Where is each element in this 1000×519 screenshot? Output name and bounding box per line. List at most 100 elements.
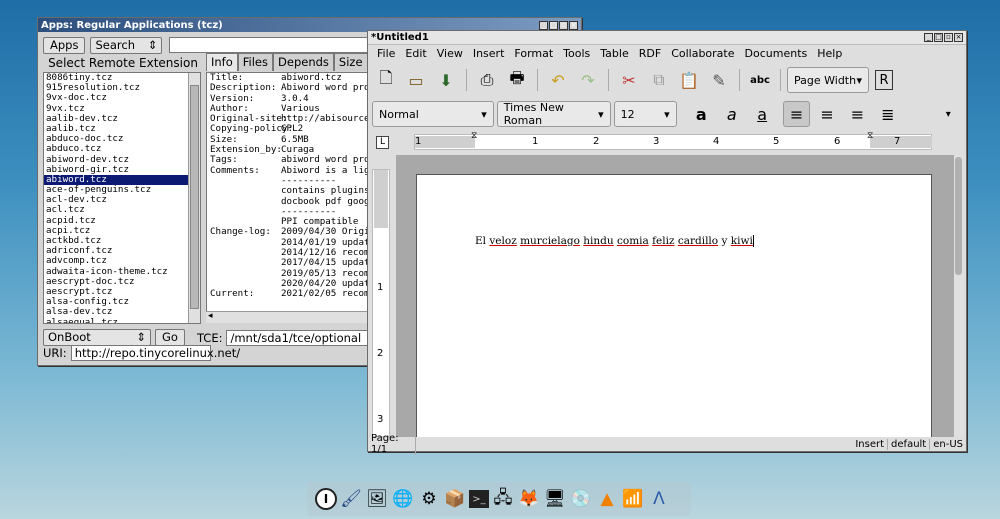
extension-list-item[interactable]: alsa-dev.tcz: [44, 307, 200, 317]
format-painter-icon[interactable]: ✎: [705, 67, 733, 93]
tab-size[interactable]: Size: [333, 53, 368, 71]
menu-format[interactable]: Format: [509, 46, 558, 61]
uri-field[interactable]: http://repo.tinycorelinux.net/: [70, 345, 240, 361]
style-value: Normal: [379, 107, 419, 121]
info-key: [207, 176, 281, 186]
apps-menu-button[interactable]: Apps: [43, 37, 86, 54]
spinner-icon: ⇕: [147, 38, 158, 52]
gear-icon[interactable]: ⚙: [417, 486, 441, 512]
menu-tools[interactable]: Tools: [558, 46, 595, 61]
package-manager-icon[interactable]: 📦: [443, 486, 467, 512]
close-icon[interactable]: ×: [569, 20, 578, 30]
indent-marker-icon[interactable]: ⧖: [471, 131, 477, 141]
brush-icon[interactable]: 🖌: [339, 486, 363, 512]
info-value: 2009/04/30 Origina: [281, 227, 381, 238]
extension-list-item[interactable]: alsaequal.tcz: [44, 317, 200, 323]
ruler-tick-label: 7: [894, 136, 901, 147]
right-indent-marker-icon[interactable]: ⧖: [867, 131, 873, 141]
power-icon[interactable]: I: [315, 488, 337, 510]
close-icon[interactable]: ×: [954, 33, 963, 42]
maximize-icon[interactable]: ▫: [559, 20, 568, 30]
restore-icon[interactable]: □: [549, 20, 558, 30]
menu-help[interactable]: Help: [812, 46, 847, 61]
menu-file[interactable]: File: [372, 46, 400, 61]
restore-icon[interactable]: □: [934, 33, 943, 42]
scroll-thumb[interactable]: [190, 85, 199, 309]
tab-info[interactable]: Info: [206, 53, 238, 71]
font-size-select[interactable]: 12 ▾: [613, 101, 677, 127]
network-icon[interactable]: 🖧: [491, 486, 515, 512]
info-value: 3.0.4: [281, 93, 309, 104]
minimize-icon[interactable]: _: [539, 20, 548, 30]
status-bar: Page: 1/1 Insert default en-US: [368, 433, 966, 455]
tab-stop-icon[interactable]: L: [376, 136, 389, 149]
vertical-ruler[interactable]: 1 2 3: [372, 169, 390, 437]
extension-list[interactable]: 8086tiny.tcz 915resolution.tcz 9vx-doc.tcz…: [43, 72, 201, 324]
terminal-icon[interactable]: >_: [469, 490, 489, 508]
search-mode-select[interactable]: Search ⇕: [90, 37, 163, 54]
maximize-icon[interactable]: ▫: [944, 33, 953, 42]
align-justify-icon[interactable]: ≣: [874, 101, 901, 127]
vlc-icon[interactable]: ▲: [595, 486, 619, 512]
print-icon[interactable]: 🖶: [503, 67, 531, 93]
document-word: cardillo: [677, 235, 719, 247]
menu-table[interactable]: Table: [595, 46, 633, 61]
align-right-icon[interactable]: ≡: [844, 101, 871, 127]
menu-edit[interactable]: Edit: [400, 46, 431, 61]
onboot-select[interactable]: OnBoot ⇕: [43, 329, 151, 346]
align-left-icon[interactable]: ≡: [782, 101, 811, 127]
extension-list-item[interactable]: abduco.tcz: [44, 144, 200, 154]
document-area[interactable]: El veloz murcielago hindu comia feliz ca…: [396, 155, 954, 437]
redo-icon[interactable]: ↷: [574, 67, 602, 93]
document-scrollbar[interactable]: [954, 155, 964, 437]
menu-rdf[interactable]: RDF: [634, 46, 666, 61]
minimize-icon[interactable]: _: [924, 33, 933, 42]
spellcheck-icon[interactable]: abc: [746, 67, 774, 93]
info-key: Comments:: [210, 164, 260, 176]
document-text[interactable]: El veloz murcielago hindu comia feliz ca…: [475, 235, 754, 247]
menu-insert[interactable]: Insert: [468, 46, 510, 61]
image-editor-icon[interactable]: 🖼: [365, 486, 389, 512]
align-center-icon[interactable]: ≡: [813, 101, 840, 127]
info-value: Abiword word proce: [281, 83, 381, 94]
firefox-icon[interactable]: 🦊: [517, 486, 541, 512]
menubar: File Edit View Insert Format Tools Table RDF Col…: [372, 46, 847, 61]
document-word: comia: [617, 235, 649, 247]
extension-list-scrollbar[interactable]: [188, 73, 200, 323]
wifi-icon[interactable]: 📶: [621, 486, 645, 512]
font-size-value: 12: [620, 107, 635, 121]
abiword-window: *Untitled1 _ □ ▫ × File Edit View Insert For…: [367, 30, 967, 455]
scroll-left-icon[interactable]: ◂: [208, 311, 213, 321]
tab-files[interactable]: Files: [237, 53, 274, 71]
abiword-icon[interactable]: Λ: [647, 486, 671, 512]
abiword-title: *Untitled1: [371, 32, 429, 43]
menu-collaborate[interactable]: Collaborate: [666, 46, 739, 61]
cut-icon[interactable]: ✂: [615, 67, 643, 93]
print-preview-icon[interactable]: ⎙: [473, 67, 501, 93]
save-icon[interactable]: ⬇: [432, 67, 460, 93]
bold-icon[interactable]: a: [688, 101, 715, 127]
new-document-icon[interactable]: 🗋: [372, 67, 400, 93]
toolbar-overflow-icon[interactable]: ▾: [935, 101, 962, 127]
document-page[interactable]: El veloz murcielago hindu comia feliz ca…: [416, 174, 932, 437]
disc-icon[interactable]: 💿: [569, 486, 593, 512]
italic-icon[interactable]: a: [718, 101, 745, 127]
menu-documents[interactable]: Documents: [740, 46, 813, 61]
copy-icon[interactable]: ⧉: [645, 67, 673, 93]
open-folder-icon[interactable]: ▭: [402, 67, 430, 93]
style-select[interactable]: Normal ▾: [372, 101, 494, 127]
settings-globe-icon[interactable]: 🌐: [391, 486, 415, 512]
paste-icon[interactable]: 📋: [675, 67, 703, 93]
tab-depends[interactable]: Depends: [273, 53, 334, 71]
horizontal-ruler[interactable]: ⧖ ⧖ 1 1 2 3 4 5 6 7: [414, 131, 932, 150]
menu-view[interactable]: View: [432, 46, 468, 61]
scroll-thumb[interactable]: [955, 157, 962, 275]
abiword-titlebar[interactable]: *Untitled1 _ □ ▫ ×: [368, 31, 966, 45]
font-select[interactable]: Times New Roman ▾: [496, 101, 611, 127]
view-formatting-marks-icon[interactable]: R: [875, 70, 893, 90]
monitor-icon[interactable]: 🖥: [543, 486, 567, 512]
underline-icon[interactable]: a: [748, 101, 775, 127]
zoom-select[interactable]: Page Width ▾: [787, 67, 869, 93]
undo-icon[interactable]: ↶: [544, 67, 572, 93]
go-button[interactable]: Go: [155, 329, 185, 346]
